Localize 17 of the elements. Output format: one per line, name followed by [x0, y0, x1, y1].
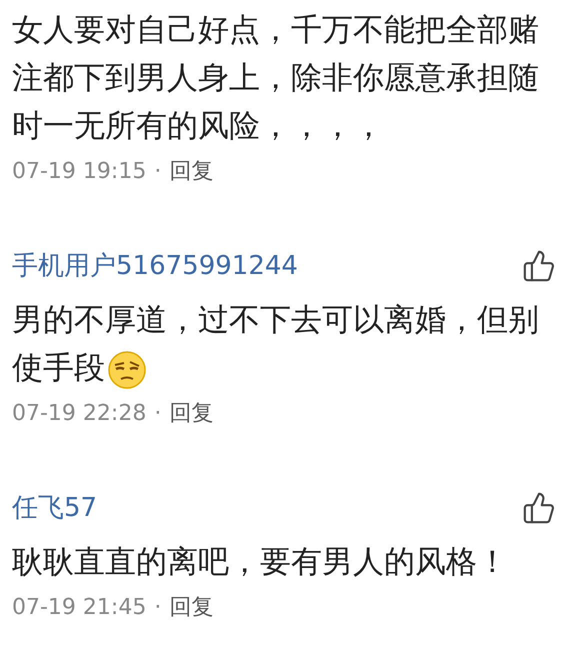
separator-dot: · — [154, 594, 162, 622]
comment-text: 女人要对自己好点，千万不能把全部赌注都下到男人身上，除非你愿意承担随时一无所有的风险，，，， — [12, 11, 540, 146]
comment-time: 07-19 22:28 — [12, 400, 146, 428]
thumbs-up-icon[interactable] — [522, 249, 556, 283]
comment-time: 07-19 21:45 — [12, 594, 146, 622]
reply-link[interactable]: 回复 — [169, 396, 214, 430]
thumbs-up-icon[interactable] — [522, 491, 556, 525]
username[interactable]: 手机用户51675991244 — [12, 246, 298, 286]
comment-text: 男的不厚道，过不下去可以离婚，但别使手段 — [12, 296, 558, 392]
separator-dot: · — [154, 158, 162, 186]
reply-link[interactable]: 回复 — [169, 154, 214, 188]
separator-dot: · — [154, 400, 162, 428]
reply-link[interactable]: 回复 — [169, 590, 214, 624]
username[interactable]: 任飞57 — [12, 488, 98, 528]
comment-time: 07-19 19:15 — [12, 158, 146, 186]
annoyed-face-icon — [107, 350, 147, 390]
comment-text: 耿耿直直的离吧，要有男人的风格！ — [12, 543, 509, 582]
